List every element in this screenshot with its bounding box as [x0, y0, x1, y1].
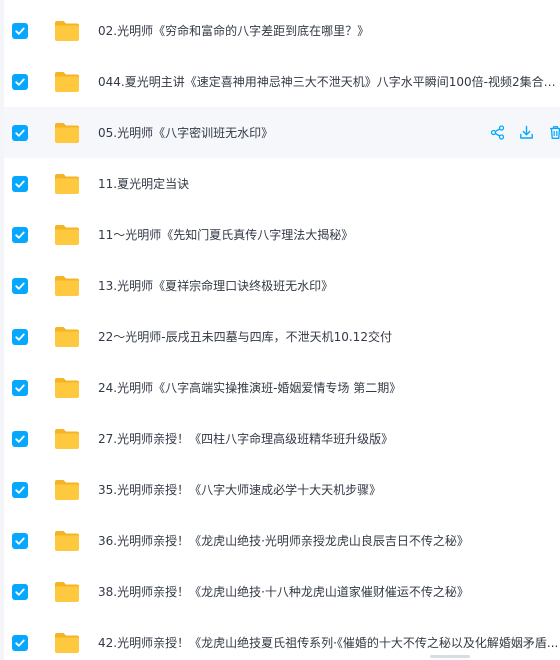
checkmark-icon	[15, 78, 25, 86]
file-row[interactable]: 11～光明师《先知门夏氏真传八字理法大揭秘》	[4, 209, 560, 260]
trash-icon	[550, 126, 560, 139]
file-name[interactable]: 36.光明师亲授！《龙虎山绝技·光明师亲授龙虎山良辰吉日不传之秘》	[98, 533, 560, 549]
file-name[interactable]: 22～光明师-辰戌丑未四墓与四库，不泄天机10.12交付	[98, 329, 560, 345]
row-checkbox[interactable]	[12, 634, 28, 651]
checkmark-icon	[15, 333, 25, 341]
file-name[interactable]: 02.光明师《穷命和富命的八字差距到底在哪里？》	[98, 23, 560, 39]
row-checkbox[interactable]	[12, 481, 28, 498]
file-row[interactable]: 02.光明师《穷命和富命的八字差距到底在哪里？》	[4, 5, 560, 56]
row-checkbox[interactable]	[12, 430, 28, 447]
file-name[interactable]: 35.光明师亲授！《八字大师速成必学十大天机步骤》	[98, 482, 560, 498]
checkmark-icon	[15, 282, 25, 290]
file-name[interactable]: 13.光明师《夏祥宗命理口诀终极班无水印》	[98, 278, 560, 294]
horizontal-scrollbar[interactable]	[430, 655, 470, 658]
file-row[interactable]: 11.夏光明定当诀	[4, 158, 560, 209]
row-checkbox[interactable]	[12, 277, 28, 294]
checkmark-icon	[15, 384, 25, 392]
row-actions	[490, 125, 560, 140]
checkmark-icon	[15, 486, 25, 494]
file-name[interactable]: 42.光明师亲授！《龙虎山绝技夏氏祖传系列·《催婚的十大不传之秘以及化解婚姻矛盾…	[98, 635, 560, 651]
folder-icon	[54, 71, 80, 93]
folder-icon	[54, 20, 80, 42]
checkmark-icon	[15, 129, 25, 137]
checkmark-icon	[15, 639, 25, 647]
file-name[interactable]: 044.夏光明主讲《速定喜神用神忌神三大不泄天机》八字水平瞬间100倍-视频2集…	[98, 74, 560, 90]
folder-icon	[54, 173, 80, 195]
download-button[interactable]	[519, 125, 534, 140]
row-checkbox[interactable]	[12, 583, 28, 600]
file-name[interactable]: 24.光明师《八字高端实操推演班-婚姻爱情专场 第二期》	[98, 380, 560, 396]
folder-icon	[54, 632, 80, 654]
file-row[interactable]: 22～光明师-辰戌丑未四墓与四库，不泄天机10.12交付	[4, 311, 560, 362]
checkmark-icon	[15, 435, 25, 443]
file-row[interactable]: 36.光明师亲授！《龙虎山绝技·光明师亲授龙虎山良辰吉日不传之秘》	[4, 515, 560, 566]
file-name[interactable]: 11～光明师《先知门夏氏真传八字理法大揭秘》	[98, 227, 560, 243]
file-row[interactable]: 24.光明师《八字高端实操推演班-婚姻爱情专场 第二期》	[4, 362, 560, 413]
checkmark-icon	[15, 27, 25, 35]
file-name[interactable]: 05.光明师《八字密训班无水印》	[98, 125, 468, 141]
folder-icon	[54, 479, 80, 501]
file-row[interactable]: 27.光明师亲授！《四柱八字命理高级班精华班升级版》	[4, 413, 560, 464]
row-checkbox[interactable]	[12, 22, 28, 39]
file-name[interactable]: 27.光明师亲授！《四柱八字命理高级班精华班升级版》	[98, 431, 560, 447]
row-checkbox[interactable]	[12, 124, 28, 141]
file-row[interactable]: 42.光明师亲授！《龙虎山绝技夏氏祖传系列·《催婚的十大不传之秘以及化解婚姻矛盾…	[4, 617, 560, 660]
row-checkbox[interactable]	[12, 73, 28, 90]
file-list: 02.光明师《穷命和富命的八字差距到底在哪里？》 044.夏光明主讲《速定喜神用…	[0, 0, 560, 660]
row-checkbox[interactable]	[12, 532, 28, 549]
folder-icon	[54, 581, 80, 603]
file-row[interactable]: 044.夏光明主讲《速定喜神用神忌神三大不泄天机》八字水平瞬间100倍-视频2集…	[4, 56, 560, 107]
file-name[interactable]: 38.光明师亲授！《龙虎山绝技·十八种龙虎山道家催财催运不传之秘》	[98, 584, 560, 600]
file-row-hovered[interactable]: 05.光明师《八字密训班无水印》	[4, 107, 560, 158]
folder-icon	[54, 224, 80, 246]
row-checkbox[interactable]	[12, 379, 28, 396]
folder-icon	[54, 122, 80, 144]
folder-icon	[54, 326, 80, 348]
folder-icon	[54, 428, 80, 450]
row-checkbox[interactable]	[12, 328, 28, 345]
checkmark-icon	[15, 231, 25, 239]
checkmark-icon	[15, 180, 25, 188]
checkmark-icon	[15, 537, 25, 545]
delete-button[interactable]	[548, 125, 560, 140]
folder-icon	[54, 530, 80, 552]
folder-icon	[54, 377, 80, 399]
share-icon	[490, 125, 505, 140]
share-button[interactable]	[490, 125, 505, 140]
row-checkbox[interactable]	[12, 175, 28, 192]
file-row[interactable]: 13.光明师《夏祥宗命理口诀终极班无水印》	[4, 260, 560, 311]
file-name[interactable]: 11.夏光明定当诀	[98, 176, 560, 192]
file-row[interactable]: 35.光明师亲授！《八字大师速成必学十大天机步骤》	[4, 464, 560, 515]
download-icon	[520, 125, 533, 139]
file-row[interactable]: 38.光明师亲授！《龙虎山绝技·十八种龙虎山道家催财催运不传之秘》	[4, 566, 560, 617]
checkmark-icon	[15, 588, 25, 596]
row-checkbox[interactable]	[12, 226, 28, 243]
folder-icon	[54, 275, 80, 297]
